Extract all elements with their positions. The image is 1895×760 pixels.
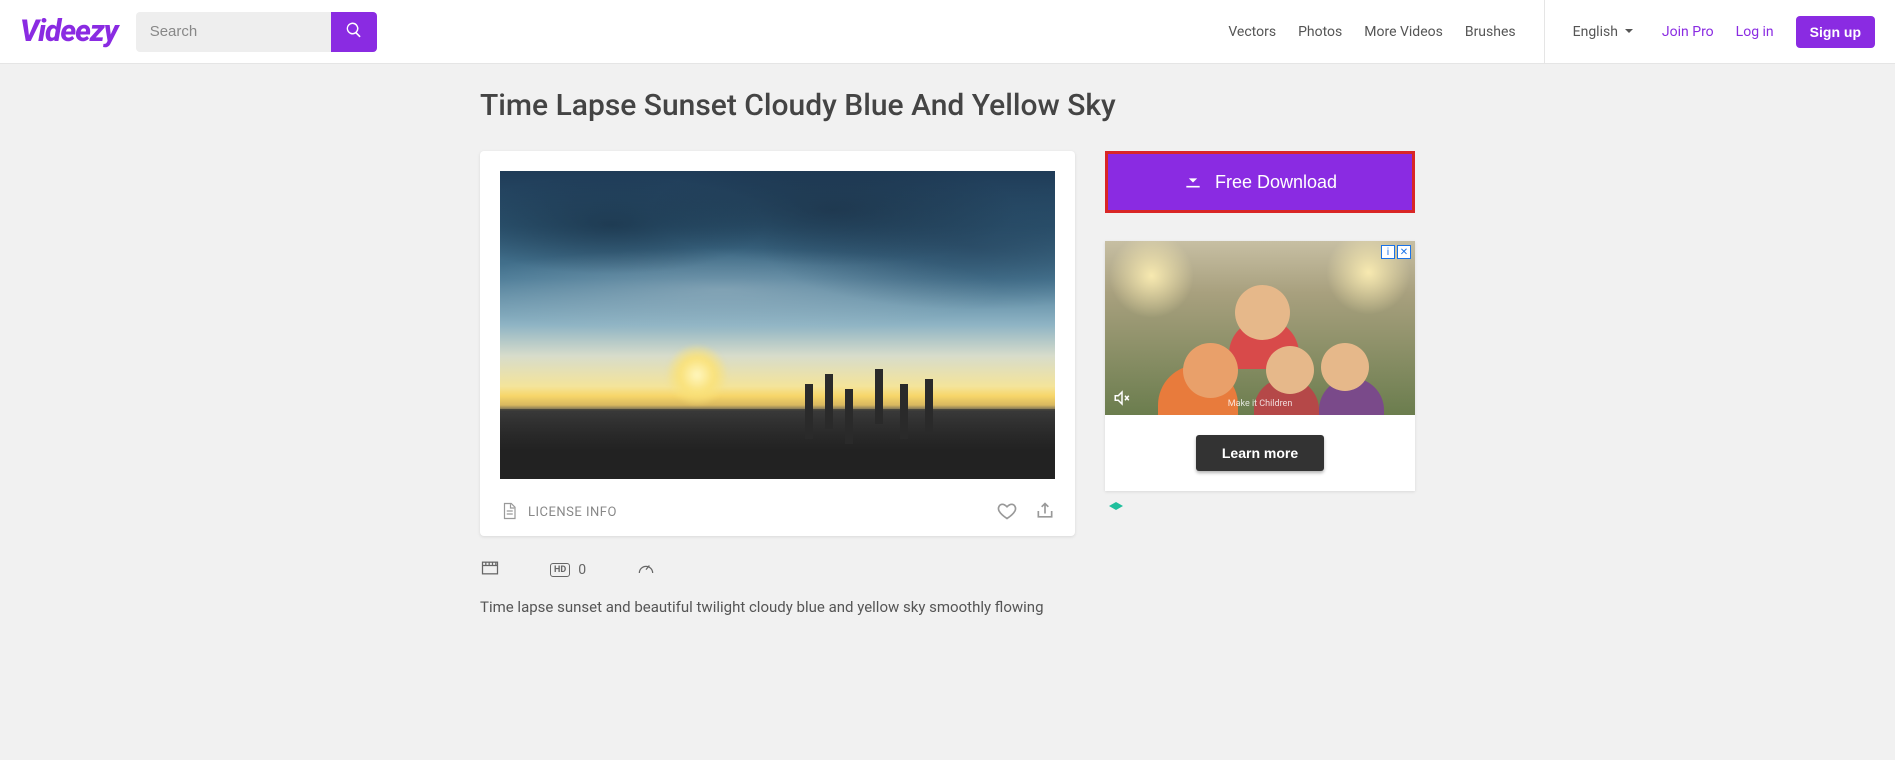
download-label: Free Download: [1215, 172, 1337, 193]
header-divider: [1544, 0, 1545, 64]
nav-more-videos[interactable]: More Videos: [1364, 24, 1443, 40]
video-card: LICENSE INFO: [480, 151, 1075, 536]
site-logo[interactable]: Videezy: [20, 14, 118, 49]
ad-image: i ✕ Make it Children: [1105, 241, 1415, 415]
license-row: LICENSE INFO: [500, 497, 1055, 524]
preview-clouds: [500, 171, 1055, 387]
site-header: Videezy Vectors Photos More Videos Brush…: [0, 0, 1895, 64]
main-content: Time Lapse Sunset Cloudy Blue And Yellow…: [480, 64, 1415, 656]
header-left: Videezy: [20, 12, 377, 52]
page-title: Time Lapse Sunset Cloudy Blue And Yellow…: [480, 88, 1415, 123]
favorite-button[interactable]: [997, 501, 1017, 524]
nav-photos[interactable]: Photos: [1298, 24, 1342, 40]
meta-film: [480, 558, 500, 582]
share-icon: [1035, 509, 1055, 524]
free-download-button[interactable]: Free Download: [1105, 151, 1415, 213]
heart-icon: [997, 509, 1017, 524]
signup-button[interactable]: Sign up: [1796, 16, 1875, 48]
share-button[interactable]: [1035, 501, 1055, 524]
hd-badge-icon: HD: [550, 563, 570, 577]
meta-speed: [636, 558, 656, 582]
ad-card[interactable]: i ✕ Make it Children Learn more: [1105, 241, 1415, 491]
header-right: Vectors Photos More Videos Brushes Engli…: [1228, 0, 1875, 64]
nav-brushes[interactable]: Brushes: [1465, 24, 1516, 40]
hd-count: 0: [578, 562, 586, 578]
gauge-icon: [636, 558, 656, 582]
license-info-label: LICENSE INFO: [528, 505, 617, 520]
video-preview[interactable]: [500, 171, 1055, 479]
adchoices-icon[interactable]: [1109, 495, 1123, 503]
license-info-button[interactable]: LICENSE INFO: [500, 502, 617, 524]
search-button[interactable]: [331, 12, 377, 52]
ad-footer: Learn more: [1105, 415, 1415, 491]
search-form: [136, 12, 377, 52]
primary-nav: Vectors Photos More Videos Brushes: [1228, 24, 1515, 40]
license-actions: [997, 501, 1055, 524]
nav-vectors[interactable]: Vectors: [1228, 24, 1276, 40]
ad-badge[interactable]: i ✕: [1381, 245, 1411, 259]
login-link[interactable]: Log in: [1736, 24, 1774, 40]
right-column: Free Download i ✕: [1105, 151, 1415, 503]
ad-close-icon[interactable]: ✕: [1397, 245, 1411, 259]
chevron-down-icon: [1624, 24, 1634, 40]
auth-links: Join Pro Log in Sign up: [1662, 16, 1875, 48]
content-columns: LICENSE INFO: [480, 151, 1415, 616]
video-description: Time lapse sunset and beautiful twilight…: [480, 598, 1075, 616]
language-selector[interactable]: English: [1573, 24, 1634, 40]
ad-learn-more-button[interactable]: Learn more: [1196, 435, 1324, 471]
search-icon: [345, 21, 363, 42]
search-input[interactable]: [136, 12, 331, 52]
document-icon: [500, 502, 518, 524]
language-label: English: [1573, 24, 1618, 40]
preview-sun: [667, 345, 727, 405]
mute-icon[interactable]: [1113, 389, 1131, 407]
left-column: LICENSE INFO: [480, 151, 1075, 616]
download-icon: [1183, 170, 1203, 195]
ad-caption: Make it Children: [1228, 399, 1293, 409]
join-pro-link[interactable]: Join Pro: [1662, 24, 1714, 40]
film-icon: [480, 558, 500, 582]
ad-info-icon: i: [1381, 245, 1395, 259]
preview-skyline: [500, 409, 1055, 479]
video-meta-row: HD 0: [480, 558, 1075, 582]
meta-hd: HD 0: [550, 562, 586, 578]
